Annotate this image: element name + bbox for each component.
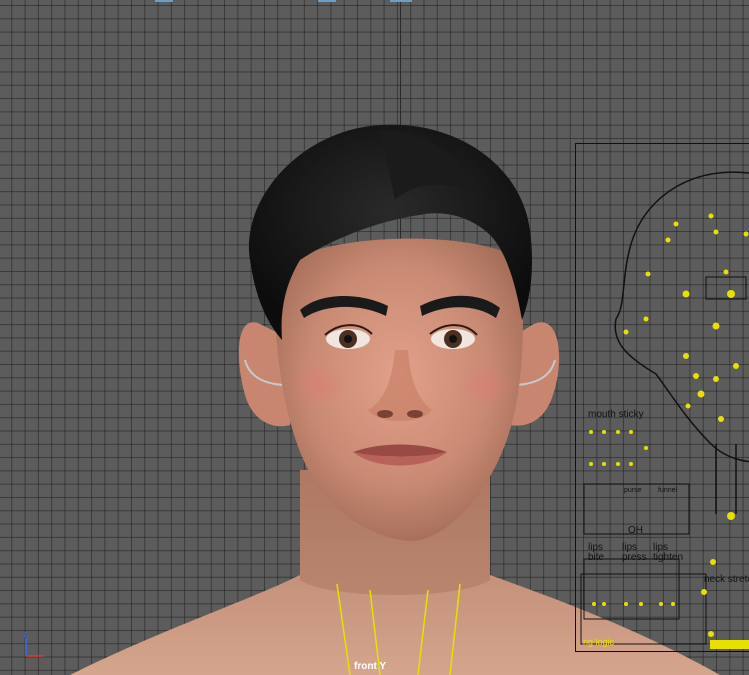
lips-tighten-label-2: tighten	[653, 552, 684, 563]
view-label: front Y	[354, 661, 387, 672]
neck-stretch-label: neck stretc	[704, 574, 749, 585]
lips-press-label-2: press	[622, 552, 647, 563]
funnel-label-2: purse	[624, 487, 642, 494]
oh-label: OH	[628, 525, 643, 536]
axis-gizmo-icon: z	[23, 630, 44, 657]
facial-control-panel[interactable]: mouth sticky purse funnel OH lips bite l…	[575, 143, 749, 652]
axis-label: z	[23, 630, 27, 639]
lips-bite-label-2: bite	[588, 552, 605, 563]
rig-logic-label: rig logic	[583, 637, 615, 647]
mouth-sticky-label: mouth sticky	[588, 409, 644, 420]
funnel-label-3: funnel	[658, 487, 678, 494]
maya-front-viewport[interactable]: mouth sticky purse funnel OH lips bite l…	[0, 0, 749, 675]
rig-control-bar[interactable]	[710, 640, 749, 649]
